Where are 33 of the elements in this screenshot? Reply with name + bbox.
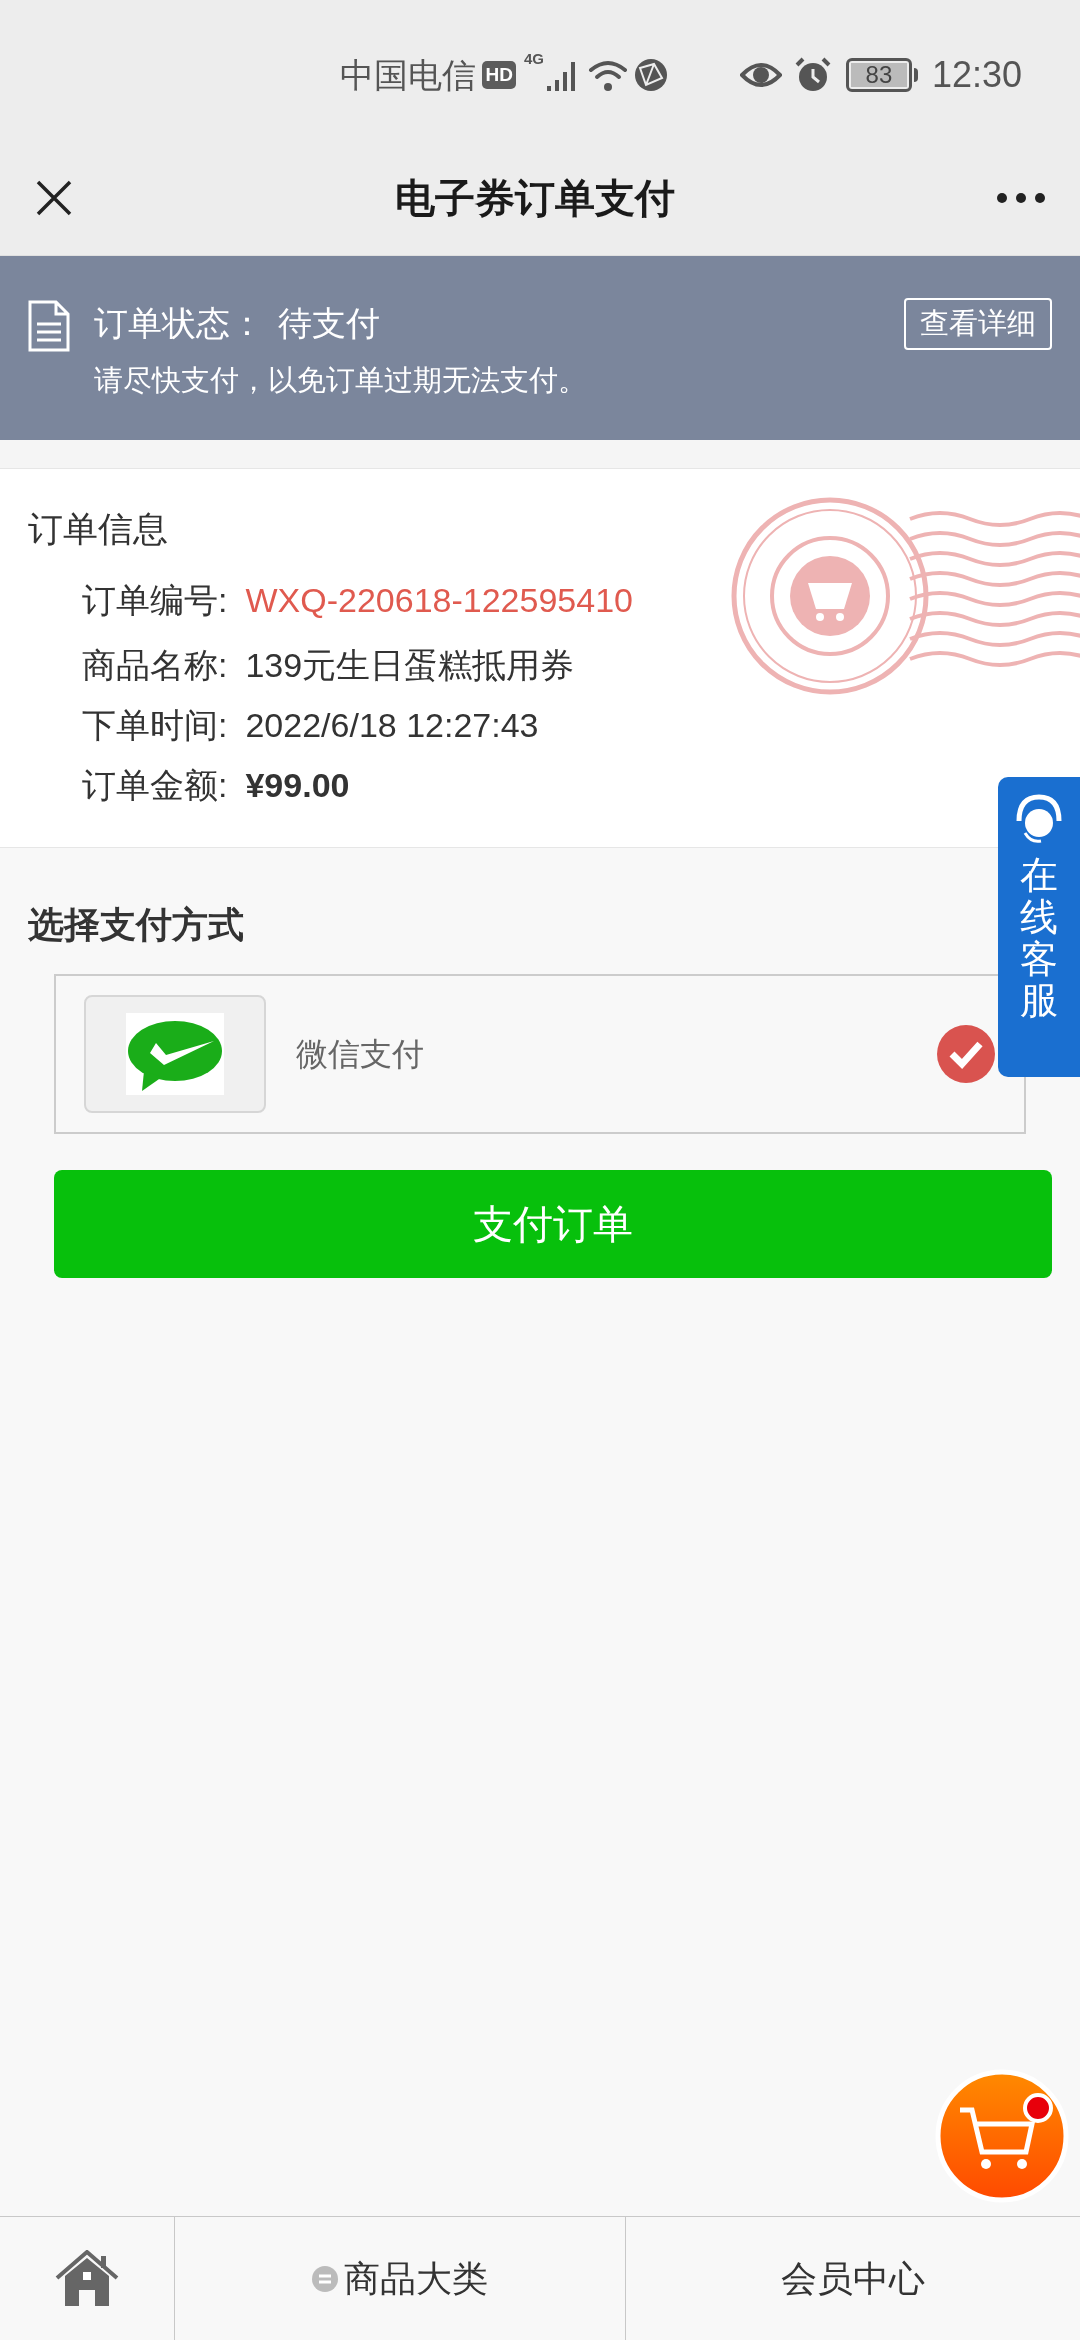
network-type: 4G bbox=[523, 49, 544, 69]
payment-method-label: 微信支付 bbox=[296, 1035, 425, 1074]
payment-hint: 请尽快支付，以免订单过期无法支付。 bbox=[94, 363, 588, 398]
home-icon[interactable] bbox=[55, 2249, 119, 2308]
section-title: 选择支付方式 bbox=[28, 903, 245, 947]
view-details-button[interactable]: 查看详细 bbox=[904, 298, 1052, 350]
wifi-icon bbox=[587, 58, 628, 92]
hd-badge: HD bbox=[482, 61, 516, 89]
document-icon bbox=[28, 300, 70, 352]
field-label: 订单金额: bbox=[82, 765, 228, 806]
alarm-icon bbox=[793, 57, 832, 93]
clock-time: 12:30 bbox=[931, 53, 1022, 97]
section-title: 订单信息 bbox=[28, 508, 169, 550]
field-label: 下单时间: bbox=[82, 705, 228, 746]
field-value: ¥99.00 bbox=[245, 765, 350, 806]
field-label: 订单编号: bbox=[82, 580, 228, 621]
nav-link[interactable]: 会员中心 bbox=[781, 2251, 925, 2306]
page-title: 电子券订单支付 bbox=[394, 174, 676, 222]
field-value: WXQ-220618-122595410 bbox=[245, 580, 633, 621]
field-value: 2022/6/18 12:27:43 bbox=[245, 705, 539, 746]
more-icon[interactable] bbox=[996, 191, 1046, 204]
nav-link[interactable]: 商品大类 bbox=[312, 2251, 488, 2306]
status-value: 待支付 bbox=[278, 303, 380, 344]
battery-indicator: 83 bbox=[845, 58, 912, 92]
carrier-name: 中国电信 bbox=[340, 54, 477, 96]
field-label: 商品名称: bbox=[82, 645, 228, 686]
cart-button[interactable] bbox=[934, 2068, 1070, 2204]
field-value: 139元生日蛋糕抵用券 bbox=[245, 645, 575, 686]
globe-icon bbox=[633, 58, 668, 92]
status-label: 订单状态： bbox=[94, 303, 264, 344]
menu-icon bbox=[312, 2265, 338, 2292]
online-service-tab[interactable]: 在线客服 bbox=[998, 777, 1080, 1077]
eye-icon bbox=[739, 60, 782, 90]
